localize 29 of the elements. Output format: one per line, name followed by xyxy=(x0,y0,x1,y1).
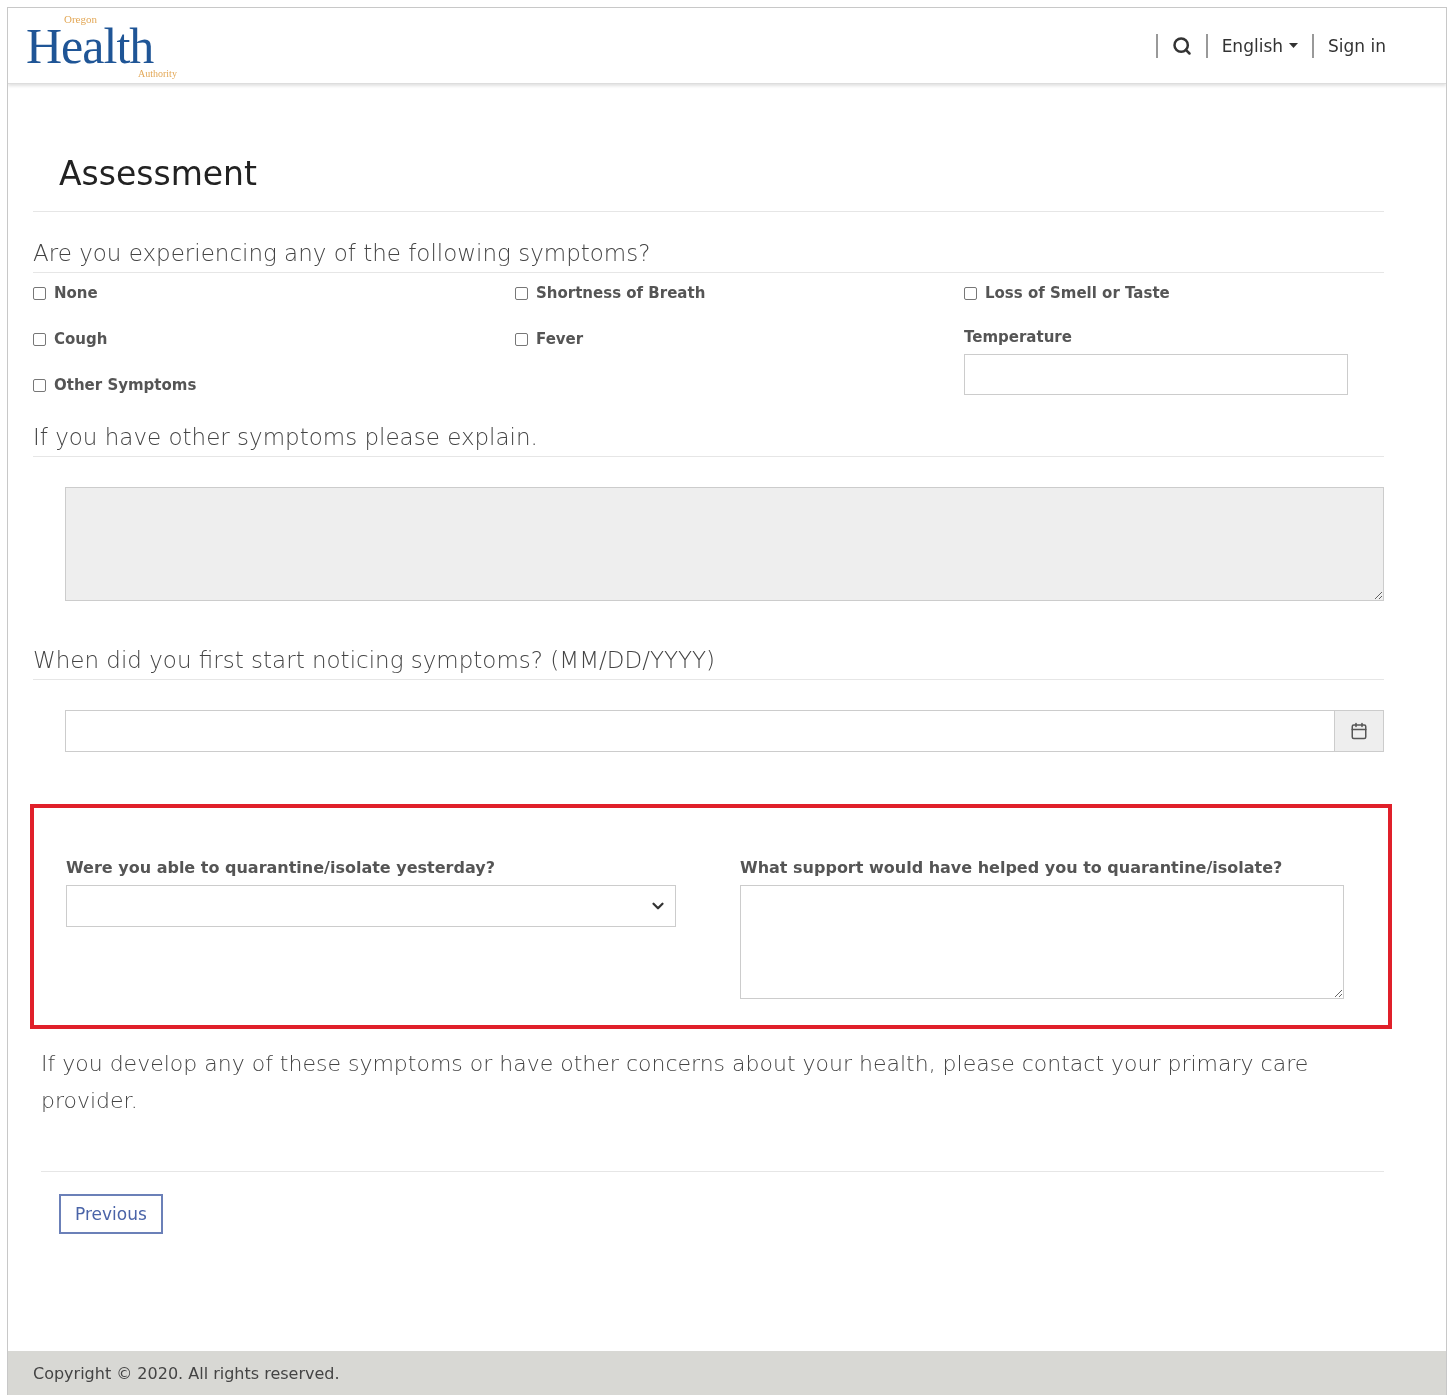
date-field[interactable] xyxy=(65,710,1384,752)
previous-button[interactable]: Previous xyxy=(59,1194,163,1234)
question-text: Are you experiencing any of the following symptoms? xyxy=(33,212,1384,273)
logo-subtitle: Authority xyxy=(138,67,177,79)
checkbox[interactable]: Shortness of Breath xyxy=(515,282,964,304)
temperature-input[interactable] xyxy=(964,354,1348,395)
page-title: Assessment xyxy=(59,154,258,195)
question-text: If you have other symptoms please explain. xyxy=(33,396,1384,457)
logo-text: Health xyxy=(26,25,154,66)
checkbox[interactable]: Fever xyxy=(515,328,964,350)
copyright-text: Copyright © 2020. All rights reserved. xyxy=(33,1363,340,1383)
language-dropdown[interactable]: English xyxy=(1221,35,1298,56)
calendar-button[interactable] xyxy=(1334,710,1384,752)
checkbox[interactable]: Loss of Smell or Taste xyxy=(964,282,1384,304)
logo-subtitle: Oregon xyxy=(64,12,97,25)
field-label: Temperature xyxy=(964,328,1073,346)
field-label: What support would have helped you to quarantine/isolate? xyxy=(740,858,1284,877)
text-area[interactable] xyxy=(740,885,1344,999)
calendar-icon xyxy=(1350,722,1368,740)
notice-text: If you develop any of these symptoms or have other concerns about your health, please contact your primary care provider. xyxy=(41,1045,1384,1172)
checkbox[interactable]: Cough xyxy=(33,328,515,350)
checkbox[interactable]: None xyxy=(33,282,515,304)
checkbox[interactable]: Other Symptoms xyxy=(33,374,515,396)
sign-in-link[interactable]: Sign in xyxy=(1328,35,1386,56)
select-field[interactable] xyxy=(66,885,676,927)
search-icon[interactable] xyxy=(1171,35,1192,56)
field-label: Were you able to quarantine/isolate yesterday? xyxy=(66,858,496,877)
question-text: When did you first start noticing symptoms? (MM/DD/YYYY) xyxy=(33,601,1384,680)
caret-icon xyxy=(1289,43,1298,48)
